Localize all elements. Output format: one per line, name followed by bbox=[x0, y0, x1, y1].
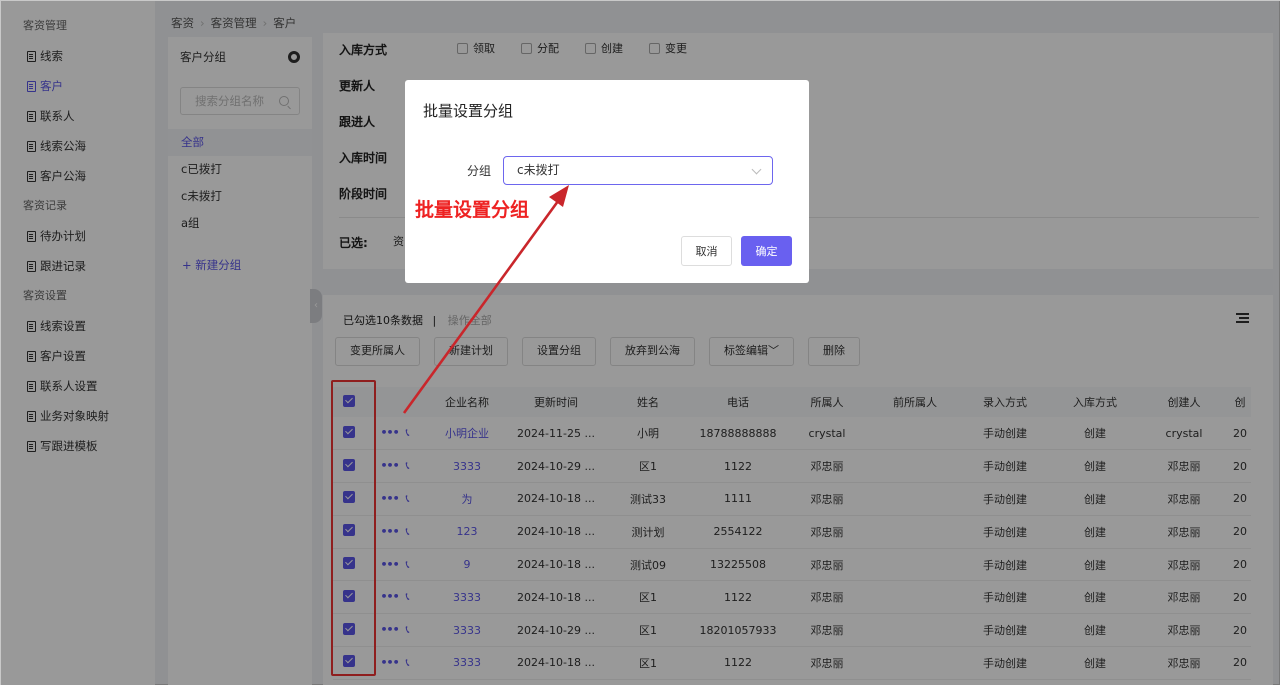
confirm-button[interactable]: 确定 bbox=[741, 236, 792, 266]
batch-group-dialog: 批量设置分组 分组 c未拨打 取消 确定 bbox=[405, 80, 809, 283]
chevron-down-icon bbox=[751, 164, 762, 175]
group-select-value: c未拨打 bbox=[517, 163, 560, 177]
dialog-title: 批量设置分组 bbox=[423, 102, 514, 120]
annotation-label: 批量设置分组 bbox=[415, 199, 530, 221]
group-field-label: 分组 bbox=[467, 164, 492, 178]
group-select[interactable]: c未拨打 bbox=[503, 156, 773, 185]
app-window: 客资管理 线索 客户 联系人 线索公海 客户公海 客资记录 待办计划 跟进记录 客资设置 线索设置客… bbox=[0, 0, 1280, 685]
cancel-button[interactable]: 取消 bbox=[681, 236, 732, 266]
